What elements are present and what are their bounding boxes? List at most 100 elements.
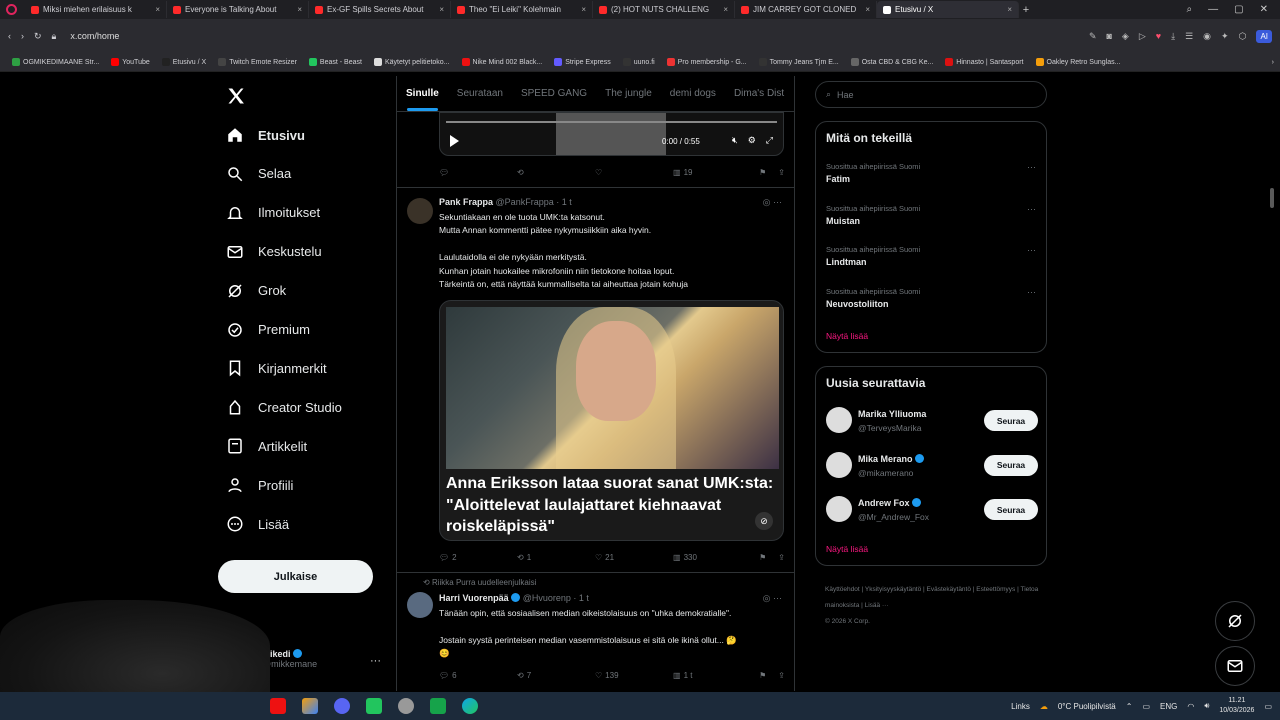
repost-icon[interactable]: ⟲ (517, 168, 595, 177)
follow-button[interactable]: Seuraa (984, 410, 1038, 431)
sidebar-item-kirjanmerkit[interactable]: Kirjanmerkit (226, 359, 327, 377)
reply-icon[interactable]: 💬︎ (439, 168, 517, 177)
close-icon[interactable]: × (155, 5, 160, 14)
network-icon[interactable]: ▭ (1142, 702, 1150, 711)
like-icon[interactable]: ♡ 21 (595, 553, 673, 562)
camera-icon[interactable]: ◙ (1106, 31, 1111, 41)
repost-icon[interactable]: ⟲ 1 (517, 553, 595, 562)
app-icon[interactable] (398, 698, 414, 714)
app-icon[interactable] (366, 698, 382, 714)
fullscreen-icon[interactable]: ⤢ (766, 135, 773, 146)
menu-icon[interactable]: ☰ (1185, 31, 1193, 42)
tweet-time[interactable]: 1 t (579, 593, 589, 603)
browser-tab-active[interactable]: Etusivu / X × (877, 1, 1019, 18)
reload-icon[interactable]: ↻ (34, 31, 42, 42)
more-dots-icon[interactable]: ◎ ··· (763, 593, 782, 604)
app-icon[interactable] (430, 698, 446, 714)
bookmark-icon[interactable]: ⚑ (759, 671, 766, 680)
show-more-link[interactable]: Näytä lisää (826, 331, 868, 341)
app-icon[interactable] (270, 698, 286, 714)
video-progress[interactable] (446, 121, 777, 123)
more-dots-icon[interactable]: ··· (370, 655, 381, 667)
maximize-icon[interactable]: ▢ (1234, 4, 1243, 15)
trend-item[interactable]: Suosittua aihepiirissä Suomi Muistan ··· (826, 204, 1038, 226)
x-logo-icon[interactable] (226, 86, 246, 112)
views-icon[interactable]: ▥ 330 (673, 553, 751, 562)
sidebar-item-artikkelit[interactable]: Artikkelit (226, 437, 307, 455)
bookmark-item[interactable]: uuno.fi (617, 58, 661, 66)
bookmark-item[interactable]: Oakley Retro Sunglas... (1030, 58, 1127, 66)
tweet-time[interactable]: 1 t (562, 197, 572, 207)
sidebar-item-lisää[interactable]: Lisää (226, 515, 289, 533)
grok-fab[interactable] (1215, 601, 1255, 641)
profile-icon[interactable]: ◉ (1203, 31, 1211, 42)
tab-dimas-dist[interactable]: Dima's Dist (725, 88, 793, 99)
sidebar-item-premium[interactable]: Premium (226, 321, 310, 339)
tab-the-jungle[interactable]: The jungle (596, 88, 661, 99)
bookmark-item[interactable]: Etusivu / X (156, 58, 212, 66)
settings-icon[interactable]: ⚙ (748, 135, 756, 146)
notification-icon[interactable]: ▭ (1264, 702, 1272, 711)
bookmark-item[interactable]: Twitch Emote Resizer (212, 58, 303, 66)
ai-button[interactable]: AI (1256, 29, 1272, 43)
share-icon[interactable]: ⇪ (778, 671, 785, 680)
show-more-link[interactable]: Näytä lisää (826, 544, 868, 554)
follow-button[interactable]: Seuraa (984, 454, 1038, 476)
tweet-author[interactable]: Pank Frappa (439, 197, 493, 207)
minimize-icon[interactable]: — (1208, 4, 1218, 15)
follow-suggestion[interactable]: Marika Ylliuoma @TerveysMarika Seuraa (826, 407, 1038, 437)
browser-tab[interactable]: (2) HOT NUTS CHALLENG × (593, 1, 735, 18)
discord-icon[interactable] (334, 698, 350, 714)
mute-icon[interactable]: 🔇︎ (732, 135, 738, 146)
more-dots-icon[interactable]: ··· (1027, 287, 1036, 297)
play-icon[interactable] (450, 135, 459, 147)
browser-tab[interactable]: Theo "Ei Leiki" Kolehmain × (451, 1, 593, 18)
bookmark-item[interactable]: Tommy Jeans Tjm E... (753, 58, 845, 66)
scrollbar-thumb[interactable] (1270, 188, 1274, 208)
sidebar-item-creator-studio[interactable]: Creator Studio (226, 398, 342, 416)
forward-icon[interactable]: › (21, 31, 24, 41)
bookmark-item[interactable]: Pro membership - G... (661, 58, 753, 66)
tab-demi-dogs[interactable]: demi dogs (661, 88, 725, 99)
bookmark-item[interactable]: OGMIKEDIMAANE Str... (6, 58, 105, 66)
tweet-handle[interactable]: @PankFrappa (496, 197, 554, 207)
chevron-up-icon[interactable]: ⌃ (1126, 702, 1133, 711)
reply-icon[interactable]: 💬︎ 6 (439, 671, 517, 680)
avatar[interactable] (407, 592, 433, 618)
follow-suggestion[interactable]: Mika Merano @mikamerano Seuraa (826, 451, 1038, 482)
tab-seurataan[interactable]: Seurataan (448, 88, 512, 99)
more-dots-icon[interactable]: ··· (1027, 162, 1036, 172)
clock[interactable]: 11.21 10/03/2026 (1219, 696, 1254, 716)
close-icon[interactable]: × (297, 5, 302, 14)
grok-badge-icon[interactable]: ⊘ (755, 512, 773, 530)
footer-links[interactable]: Käyttöehdot | Yksityisyyskäytäntö | Eväs… (825, 582, 1045, 630)
search-box[interactable]: ⌕ Hae (815, 81, 1047, 108)
heart-icon[interactable]: ♥ (1156, 31, 1161, 41)
account-switcher[interactable]: mikedi @mikkemane (262, 649, 317, 669)
bookmark-item[interactable]: Nike Mind 002 Black... (456, 58, 549, 66)
links-label[interactable]: Links (1011, 702, 1030, 711)
close-window-icon[interactable]: ✕ (1260, 4, 1268, 15)
scrollbar[interactable] (1268, 76, 1276, 690)
trend-item[interactable]: Suosittua aihepiirissä Suomi Lindtman ··· (826, 245, 1038, 267)
video-player[interactable]: 0:00 / 0:55 🔇︎ ⚙ ⤢ (439, 112, 784, 156)
like-icon[interactable]: ♡ (595, 168, 673, 177)
reply-icon[interactable]: 💬︎ 2 (439, 553, 517, 562)
messages-fab[interactable] (1215, 646, 1255, 686)
sidebar-item-etusivu[interactable]: Etusivu (226, 126, 305, 144)
tweet-author[interactable]: Harri Vuorenpää (439, 593, 509, 603)
edge-icon[interactable] (462, 698, 478, 714)
more-dots-icon[interactable]: ◎ ··· (763, 197, 782, 208)
bookmark-item[interactable]: Käytetyt pelitietoko... (368, 58, 456, 66)
follow-suggestion[interactable]: Andrew Fox @Mr_Andrew_Fox Seuraa (826, 496, 1038, 526)
views-icon[interactable]: ▥ 1 t (673, 671, 751, 680)
repost-indicator[interactable]: ⟲ Riikka Purra uudelleenjulkaisi (423, 578, 536, 587)
sidebar-item-grok[interactable]: Grok (226, 282, 286, 300)
avatar[interactable] (826, 496, 852, 522)
more-dots-icon[interactable]: ··· (1027, 245, 1036, 255)
close-icon[interactable]: × (581, 5, 586, 14)
sidebar-item-keskustelu[interactable]: Keskustelu (226, 243, 322, 261)
edit-icon[interactable]: ✎ (1089, 31, 1097, 42)
wifi-icon[interactable]: ◠ (1187, 702, 1194, 711)
chevron-right-icon[interactable]: › (1272, 59, 1274, 66)
